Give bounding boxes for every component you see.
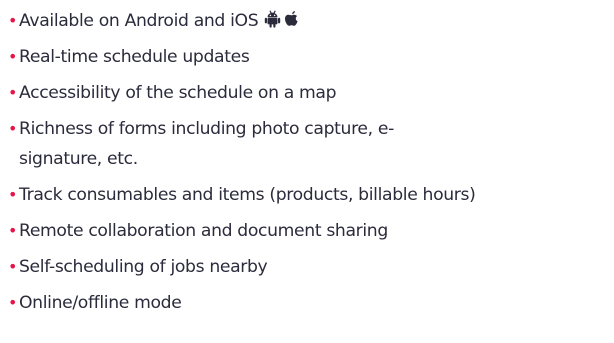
feature-text: Self-scheduling of jobs nearby (19, 257, 268, 277)
bullet-marker: • (8, 221, 18, 240)
feature-text: Richness of forms including photo captur… (19, 119, 394, 169)
bullet-marker: • (8, 293, 18, 312)
feature-item: • Self-scheduling of jobs nearby (8, 252, 612, 282)
feature-item: • Accessibility of the schedule on a map (8, 78, 612, 108)
bullet-marker: • (8, 257, 18, 276)
feature-text: Accessibility of the schedule on a map (19, 83, 337, 103)
apple-icon (285, 11, 298, 26)
feature-text: Available on Android and iOS (19, 11, 259, 31)
android-icon (265, 10, 281, 28)
bullet-marker: • (8, 47, 18, 66)
bullet-marker: • (8, 83, 18, 102)
feature-item: • Remote collaboration and document shar… (8, 216, 612, 246)
feature-text: Track consumables and items (products, b… (19, 185, 476, 205)
bullet-marker: • (8, 185, 18, 204)
feature-text: Online/offline mode (19, 293, 182, 313)
feature-list: • Available on Android and iOS • Real-ti… (8, 6, 612, 324)
feature-text: Real-time schedule updates (19, 47, 250, 67)
bullet-marker: • (8, 119, 18, 138)
feature-text: Remote collaboration and document sharin… (19, 221, 388, 241)
feature-item: • Online/offline mode (8, 288, 612, 318)
bullet-marker: • (8, 11, 18, 30)
platform-icons (264, 10, 300, 28)
feature-item-platforms: • Available on Android and iOS (8, 6, 612, 36)
feature-item: • Track consumables and items (products,… (8, 180, 612, 210)
feature-item: • Richness of forms including photo capt… (8, 114, 612, 174)
feature-item: • Real-time schedule updates (8, 42, 612, 72)
